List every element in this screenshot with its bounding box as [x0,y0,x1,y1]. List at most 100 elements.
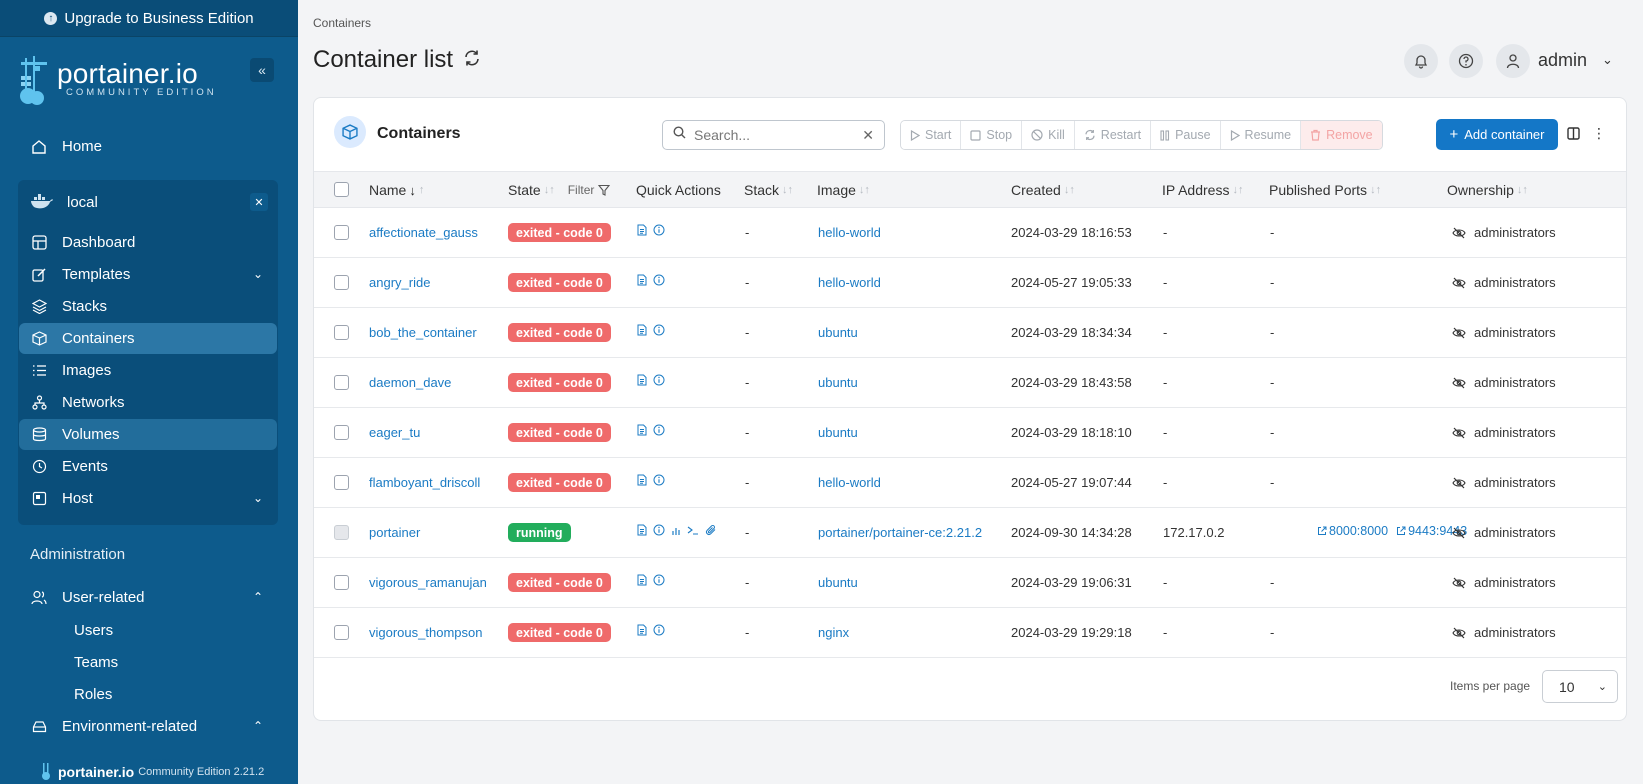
row-checkbox[interactable] [334,525,349,540]
column-header-created[interactable]: Created ↓↑ [1011,182,1075,198]
column-header-ip[interactable]: IP Address ↓↑ [1162,182,1243,198]
items-per-page-select[interactable]: 10 ⌄ [1542,670,1618,703]
column-header-name[interactable]: Name ↓ ↑ [369,182,424,198]
info-icon[interactable] [653,374,665,386]
add-container-button[interactable]: + Add container [1436,119,1558,150]
file-text-icon[interactable] [637,374,647,386]
restart-button[interactable]: Restart [1074,121,1152,149]
image-link[interactable]: hello-world [818,475,881,490]
container-name-link[interactable]: vigorous_ramanujan [369,575,487,590]
bar-chart-icon[interactable] [671,524,681,536]
brand-logo[interactable]: portainer.io COMMUNITY EDITION [17,56,282,106]
user-avatar[interactable] [1496,44,1530,78]
row-checkbox[interactable] [334,425,349,440]
sidebar-item-templates[interactable]: Templates ⌄ [19,259,277,290]
state-filter[interactable]: Filter [568,183,611,197]
sidebar-item-users[interactable]: Users [74,622,113,639]
info-icon[interactable] [653,474,665,486]
container-name-link[interactable]: daemon_dave [369,375,451,390]
image-link[interactable]: ubuntu [818,325,858,340]
file-text-icon[interactable] [637,624,647,636]
file-text-icon[interactable] [637,524,647,536]
resume-button[interactable]: Resume [1220,121,1302,149]
sidebar-item-host[interactable]: Host ⌄ [19,483,277,514]
close-icon[interactable]: ✕ [250,193,268,211]
help-button[interactable] [1449,44,1483,78]
columns-icon[interactable] [1567,127,1580,143]
row-checkbox[interactable] [334,375,349,390]
image-link[interactable]: hello-world [818,225,881,240]
image-link[interactable]: ubuntu [818,375,858,390]
column-header-ownership[interactable]: Ownership ↓↑ [1447,182,1528,198]
clear-search-icon[interactable]: ✕ [862,127,874,144]
column-header-state[interactable]: State ↓↑ Filter [508,182,611,198]
info-icon[interactable] [653,274,665,286]
file-text-icon[interactable] [637,574,647,586]
info-icon[interactable] [653,224,665,236]
image-link[interactable]: nginx [818,625,849,640]
row-checkbox[interactable] [334,225,349,240]
port-link[interactable]: 8000:8000 [1317,524,1388,538]
row-checkbox[interactable] [334,575,349,590]
start-button[interactable]: Start [901,121,962,149]
column-header-image[interactable]: Image ↓↑ [817,182,870,198]
container-name-link[interactable]: affectionate_gauss [369,225,478,240]
column-header-stack[interactable]: Stack ↓↑ [744,182,793,198]
collapse-sidebar-button[interactable]: « [250,58,274,82]
image-link[interactable]: portainer/portainer-ce:2.21.2 [818,525,982,540]
file-text-icon[interactable] [637,224,647,236]
sidebar-item-home[interactable]: Home [19,131,277,162]
container-name-link[interactable]: bob_the_container [369,325,477,340]
stop-button[interactable]: Stop [961,121,1023,149]
info-icon[interactable] [653,574,665,586]
row-checkbox[interactable] [334,325,349,340]
quick-actions [637,574,665,586]
row-checkbox[interactable] [334,475,349,490]
pause-button[interactable]: Pause [1151,121,1221,149]
image-link[interactable]: ubuntu [818,425,858,440]
info-icon[interactable] [653,624,665,636]
sidebar-item-environment-related[interactable]: Environment-related ⌃ [19,711,277,742]
user-name[interactable]: admin [1538,50,1587,71]
kill-button[interactable]: Kill [1022,121,1075,149]
sidebar-item-containers[interactable]: Containers [19,323,277,354]
search-input[interactable] [694,127,854,143]
select-all-checkbox[interactable] [334,182,349,197]
info-icon[interactable] [653,524,665,536]
file-text-icon[interactable] [637,274,647,286]
sidebar-item-volumes[interactable]: Volumes [19,419,277,450]
container-name-link[interactable]: angry_ride [369,275,430,290]
file-text-icon[interactable] [637,424,647,436]
column-header-ports[interactable]: Published Ports ↓↑ [1269,182,1381,198]
container-name-link[interactable]: vigorous_thompson [369,625,482,640]
info-icon[interactable] [653,424,665,436]
sidebar-item-images[interactable]: Images [19,355,277,386]
container-name-link[interactable]: flamboyant_driscoll [369,475,480,490]
paperclip-icon[interactable] [705,524,717,536]
image-link[interactable]: ubuntu [818,575,858,590]
container-name-link[interactable]: eager_tu [369,425,420,440]
notifications-button[interactable] [1404,44,1438,78]
sidebar-item-dashboard[interactable]: Dashboard [19,227,277,258]
refresh-icon[interactable] [463,49,481,72]
file-text-icon[interactable] [637,324,647,336]
file-text-icon[interactable] [637,474,647,486]
sidebar-item-events[interactable]: Events [19,451,277,482]
breadcrumb[interactable]: Containers [313,16,371,30]
row-checkbox[interactable] [334,625,349,640]
info-icon[interactable] [653,324,665,336]
sidebar-item-teams[interactable]: Teams [74,654,118,671]
upgrade-banner[interactable]: ↑ Upgrade to Business Edition [0,0,298,37]
sidebar-item-networks[interactable]: Networks [19,387,277,418]
chevron-down-icon[interactable]: ⌄ [1602,52,1613,68]
container-name-link[interactable]: portainer [369,525,420,540]
more-vertical-icon[interactable]: ⋮ [1592,125,1606,142]
terminal-icon[interactable] [687,524,699,536]
sidebar-item-user-related[interactable]: User-related ⌃ [19,582,277,613]
sidebar-item-roles[interactable]: Roles [74,686,112,703]
image-link[interactable]: hello-world [818,275,881,290]
row-checkbox[interactable] [334,275,349,290]
sidebar-item-stacks[interactable]: Stacks [19,291,277,322]
remove-button[interactable]: Remove [1301,121,1382,149]
environment-header[interactable]: local ✕ [18,185,278,219]
